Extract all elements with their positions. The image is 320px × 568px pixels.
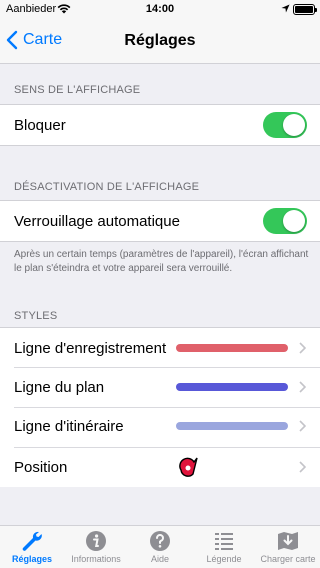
tab-bar: Réglages Informations Aide Légende Charg…: [0, 525, 320, 568]
chevron-right-icon: [299, 420, 306, 432]
plan-line-swatch: [176, 383, 288, 391]
section-header-display-deactivation: DÉSACTIVATION DE L'AFFICHAGE: [14, 181, 200, 193]
style-row-position[interactable]: Position: [0, 448, 320, 487]
tab-label: Réglages: [11, 554, 53, 564]
row-lock-orientation: Bloquer: [0, 104, 320, 146]
tab-label: Charger carte: [260, 554, 316, 564]
info-icon: [86, 531, 106, 551]
download-map-icon: [278, 532, 298, 550]
chevron-right-icon: [299, 342, 306, 354]
help-icon: [150, 531, 170, 551]
navigation-bar: Carte Réglages: [0, 20, 320, 64]
location-arrow-icon: [281, 4, 290, 13]
section-header-styles: STYLES: [14, 310, 58, 322]
lock-orientation-toggle[interactable]: [263, 112, 307, 138]
route-line-swatch: [176, 422, 288, 430]
location-marker-icon: [179, 457, 198, 477]
style-row-recording-line[interactable]: Ligne d'enregistrement: [0, 328, 320, 367]
tab-label: Aide: [150, 554, 169, 564]
chevron-right-icon: [299, 381, 306, 393]
row-label: Ligne d'enregistrement: [14, 340, 167, 357]
tab-help[interactable]: Aide: [128, 526, 192, 568]
row-label: Ligne du plan: [14, 379, 105, 396]
status-bar: Aanbieder 14:00: [0, 0, 320, 20]
style-row-plan-line[interactable]: Ligne du plan: [0, 368, 320, 407]
page-title: Réglages: [124, 32, 196, 49]
battery-icon: [293, 4, 317, 15]
tab-information[interactable]: Informations: [64, 526, 128, 568]
recording-line-swatch: [176, 344, 288, 352]
row-label: Bloquer: [14, 117, 66, 134]
auto-lock-toggle[interactable]: [263, 208, 307, 234]
row-label: Ligne d'itinéraire: [14, 418, 124, 435]
section-header-display-direction: SENS DE L'AFFICHAGE: [14, 84, 141, 96]
tab-load-map[interactable]: Charger carte: [256, 526, 320, 568]
chevron-right-icon: [299, 461, 306, 473]
row-label: Verrouillage automatique: [14, 213, 180, 230]
tab-legend[interactable]: Légende: [192, 526, 256, 568]
clock: 14:00: [145, 3, 175, 15]
auto-lock-footer: Après un certain temps (paramètres de l'…: [14, 249, 309, 274]
row-label: Position: [14, 459, 68, 476]
tab-label: Légende: [206, 554, 242, 564]
tab-label: Informations: [71, 554, 121, 564]
legend-icon: [215, 533, 233, 550]
style-row-route-line[interactable]: Ligne d'itinéraire: [0, 408, 320, 447]
row-auto-lock: Verrouillage automatique: [0, 200, 320, 242]
tab-settings[interactable]: Réglages: [0, 526, 64, 568]
styles-group: Ligne d'enregistrement Ligne du plan Lig…: [0, 327, 320, 487]
wrench-icon: [22, 531, 42, 551]
